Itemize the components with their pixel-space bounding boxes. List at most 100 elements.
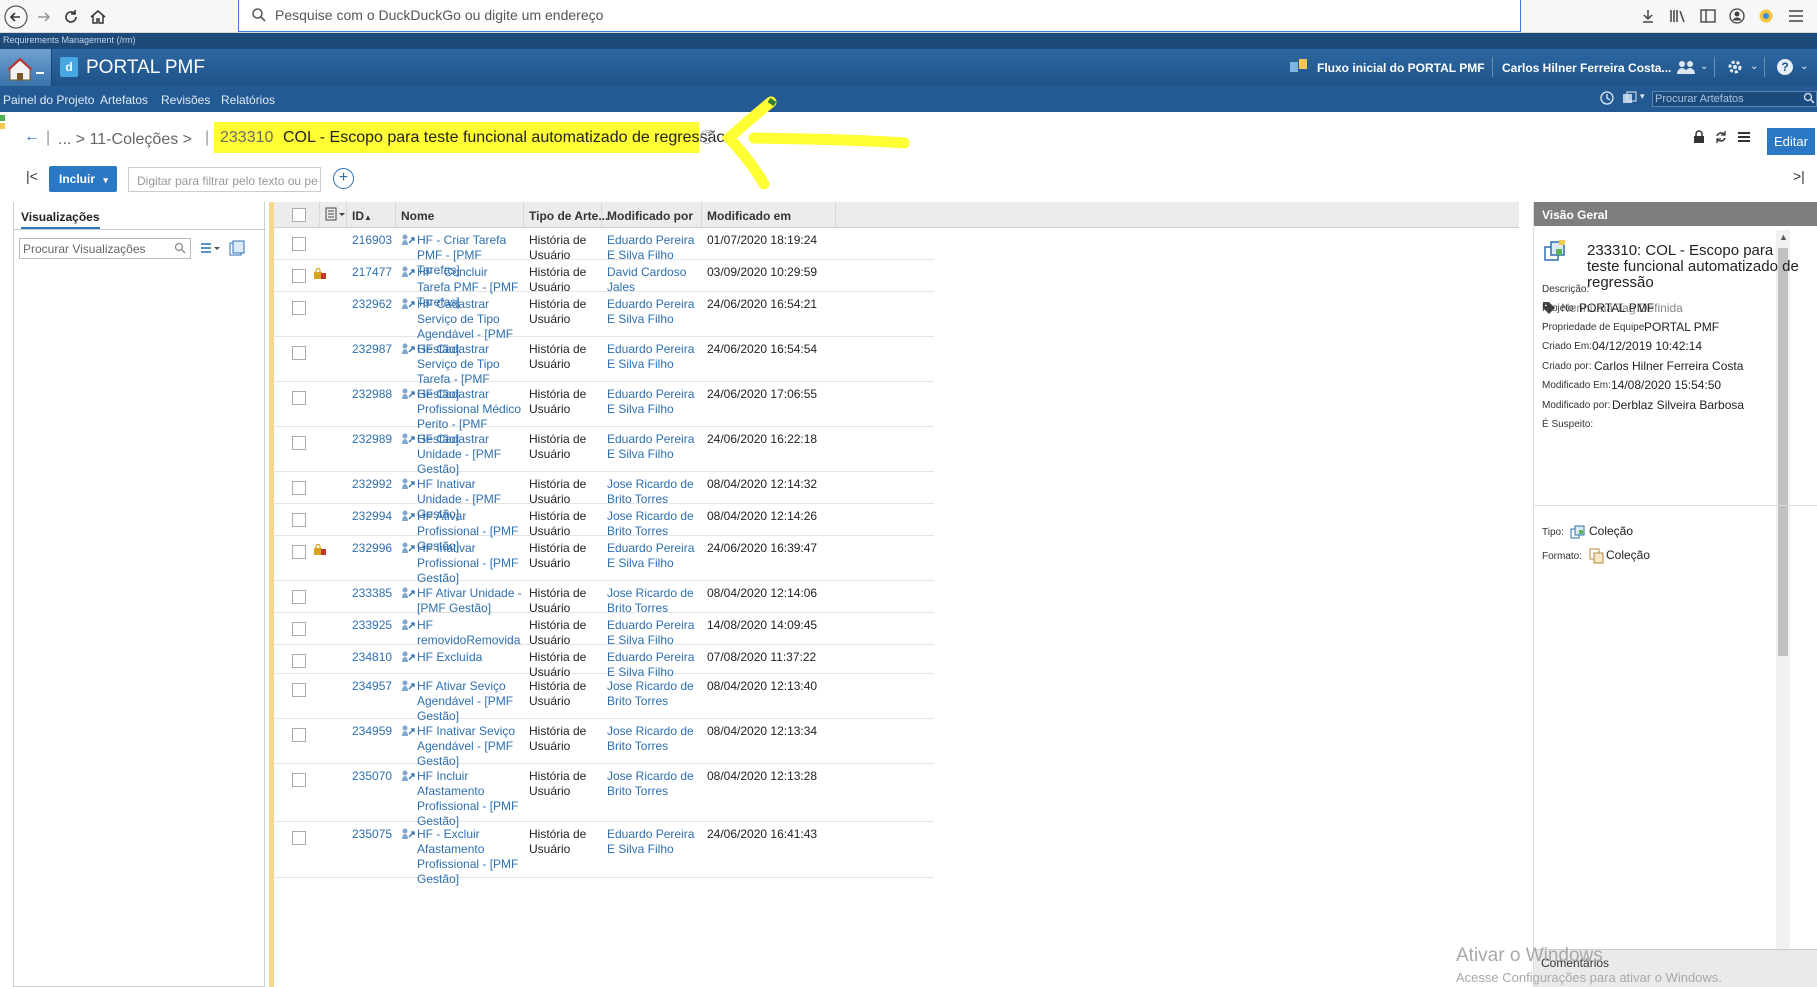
row-checkbox[interactable]: [292, 269, 306, 283]
table-row[interactable]: 217477 HF - Concluir Tarefa PMF - [PMF Ta…: [274, 260, 934, 309]
select-all-checkbox[interactable]: [292, 208, 306, 222]
modified-by-link[interactable]: Eduardo Pereira E Silva Filho: [607, 297, 705, 327]
table-row[interactable]: 235070 HF Incluir Afastamento Profissiona…: [274, 764, 934, 828]
overview-header[interactable]: Visão Geral: [1534, 202, 1817, 226]
table-row[interactable]: 234957 HF Ativar Seviço Agendável - [PMF …: [274, 674, 934, 723]
download-icon[interactable]: [1637, 5, 1659, 27]
modified-by-link[interactable]: Eduardo Pereira E Silva Filho: [607, 233, 705, 263]
table-row[interactable]: 233385 HF Ativar Unidade - [PMF Gestão] Hi…: [274, 581, 934, 615]
row-checkbox[interactable]: [292, 237, 306, 251]
project-home-button[interactable]: [0, 49, 52, 86]
modified-by-link[interactable]: David Cardoso Jales: [607, 265, 705, 295]
nav-revisions[interactable]: Revisões: [161, 93, 210, 107]
view-list-icon[interactable]: [199, 241, 221, 260]
artifact-id-link[interactable]: 234957: [352, 679, 392, 693]
reload-icon[interactable]: [57, 3, 84, 30]
modified-by-link[interactable]: Eduardo Pereira E Silva Filho: [607, 342, 705, 372]
nav-project-dashboard[interactable]: Painel do Projeto: [3, 93, 94, 107]
artifact-name-link[interactable]: HF Inativar Profissional - [PMF Gestão]: [417, 541, 523, 586]
row-checkbox[interactable]: [292, 654, 306, 668]
table-row[interactable]: 234959 HF Inativar Seviço Agendável - [PM…: [274, 719, 934, 768]
chevron-down-icon[interactable]: ⌄: [1475, 61, 1483, 72]
table-row[interactable]: 232996 HF Inativar Profissional - [PMF Ge…: [274, 536, 934, 585]
row-checkbox[interactable]: [292, 590, 306, 604]
artifact-id-link[interactable]: 232988: [352, 387, 392, 401]
artifact-id-link[interactable]: 235075: [352, 827, 392, 841]
help-icon[interactable]: ?: [1776, 58, 1794, 80]
artifact-name-link[interactable]: HF removidoRemovida: [417, 618, 523, 648]
artifact-name-link[interactable]: HF - Excluir Afastamento Profissional - …: [417, 827, 523, 887]
artifact-id-link[interactable]: 232987: [352, 342, 392, 356]
modified-by-link[interactable]: Jose Ricardo de Brito Torres: [607, 769, 705, 799]
artifact-id-link[interactable]: 233925: [352, 618, 392, 632]
column-header-type[interactable]: Tipo de Arte...: [529, 209, 608, 223]
tab-views[interactable]: Visualizações: [21, 210, 100, 229]
row-checkbox[interactable]: [292, 545, 306, 559]
artifact-id-link[interactable]: 235070: [352, 769, 392, 783]
table-row[interactable]: 232962 HF Cadastrar Serviço de Tipo Agend…: [274, 292, 934, 356]
row-checkbox[interactable]: [292, 622, 306, 636]
row-checkbox[interactable]: [292, 436, 306, 450]
table-row[interactable]: 232988 HF Cadastrar Profissional Médico P…: [274, 382, 934, 446]
url-bar[interactable]: Pesquise com o DuckDuckGo ou digite um e…: [238, 0, 1521, 32]
team-icon[interactable]: [1676, 58, 1696, 80]
artifact-id-link[interactable]: 234959: [352, 724, 392, 738]
table-row[interactable]: 232992 HF Inativar Unidade - [PMF Gestão]…: [274, 472, 934, 521]
artifact-name-link[interactable]: HF Inativar Seviço Agendável - [PMF Gest…: [417, 724, 523, 769]
artifact-id-link[interactable]: 232992: [352, 477, 392, 491]
modified-by-link[interactable]: Eduardo Pereira E Silva Filho: [607, 827, 705, 857]
recent-icon[interactable]: [1600, 91, 1614, 108]
artifact-id-link[interactable]: 232994: [352, 509, 392, 523]
row-checkbox[interactable]: [292, 831, 306, 845]
back-arrow-icon[interactable]: ←: [24, 128, 40, 146]
modified-by-link[interactable]: Eduardo Pereira E Silva Filho: [607, 618, 705, 648]
table-row[interactable]: 233925 HF removidoRemovida História de Usu…: [274, 613, 934, 648]
filter-input[interactable]: Digitar para filtrar pelo texto ou pe: [128, 167, 321, 192]
artifact-id-link[interactable]: 232996: [352, 541, 392, 555]
breadcrumb[interactable]: ... > 11-Coleções >: [58, 131, 192, 149]
row-checkbox[interactable]: [292, 513, 306, 527]
artifact-id-link[interactable]: 232962: [352, 297, 392, 311]
column-header-id[interactable]: ID▲: [352, 209, 372, 223]
help-icon[interactable]: ?: [700, 130, 714, 144]
collapse-right-icon[interactable]: >|: [1793, 168, 1805, 184]
chevron-down-icon[interactable]: ⌄: [1700, 61, 1708, 72]
library-icon[interactable]: [1667, 5, 1689, 27]
account-icon[interactable]: [1726, 5, 1748, 27]
modified-by-link[interactable]: Jose Ricardo de Brito Torres: [607, 509, 705, 539]
modified-by-link[interactable]: Jose Ricardo de Brito Torres: [607, 724, 705, 754]
artifact-id-link[interactable]: 217477: [352, 265, 392, 279]
artifact-id-link[interactable]: 232989: [352, 432, 392, 446]
sidebar-icon[interactable]: [1697, 5, 1719, 27]
row-checkbox[interactable]: [292, 683, 306, 697]
home-icon[interactable]: [84, 3, 111, 30]
artifact-name-link[interactable]: HF Cadastrar Unidade - [PMF Gestão]: [417, 432, 523, 477]
new-view-icon[interactable]: [229, 240, 245, 259]
lock-icon[interactable]: [1693, 130, 1705, 148]
modified-by-link[interactable]: Eduardo Pereira E Silva Filho: [607, 387, 705, 417]
edit-button[interactable]: Editar: [1767, 128, 1815, 155]
user-menu[interactable]: Carlos Hilner Ferreira Costa...: [1502, 61, 1671, 75]
chevron-down-icon[interactable]: ▾: [1640, 91, 1645, 102]
more-menu-icon[interactable]: [1738, 130, 1750, 147]
table-row[interactable]: 232987 HF Cadastrar Serviço de Tipo Taref…: [274, 337, 934, 401]
add-filter-button[interactable]: +: [333, 168, 354, 189]
artifact-id-link[interactable]: 233385: [352, 586, 392, 600]
views-search-input[interactable]: Procurar Visualizações: [19, 238, 191, 259]
modified-by-link[interactable]: Jose Ricardo de Brito Torres: [607, 477, 705, 507]
chevron-down-icon[interactable]: ⌄: [1800, 61, 1808, 72]
modified-by-link[interactable]: Jose Ricardo de Brito Torres: [607, 679, 705, 709]
artifact-name-link[interactable]: HF Incluir Afastamento Profissional - [P…: [417, 769, 523, 829]
column-header-name[interactable]: Nome: [401, 209, 434, 223]
artifact-type-icon[interactable]: [1622, 91, 1640, 108]
table-row[interactable]: 234810 HF Excluída História de Usuário Edua…: [274, 645, 934, 679]
back-icon[interactable]: [2, 3, 29, 30]
artifact-name-link[interactable]: HF Ativar Seviço Agendável - [PMF Gestão…: [417, 679, 523, 724]
column-config-icon[interactable]: [325, 207, 347, 224]
row-checkbox[interactable]: [292, 728, 306, 742]
row-checkbox[interactable]: [292, 301, 306, 315]
nav-artifacts[interactable]: Artefatos: [100, 93, 148, 107]
include-button[interactable]: Incluir ▾: [49, 166, 117, 192]
collapse-left-icon[interactable]: |<: [26, 168, 38, 184]
refresh-icon[interactable]: [1714, 130, 1728, 148]
